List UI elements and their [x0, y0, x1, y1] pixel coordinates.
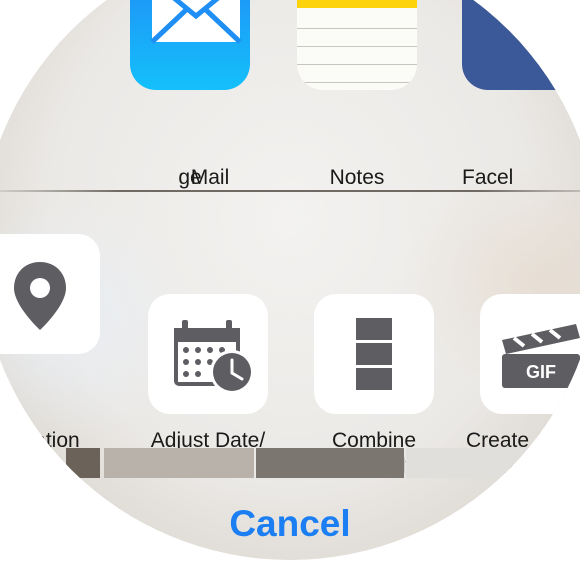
notes-icon-header	[297, 0, 417, 8]
share-label-notes: Notes	[329, 166, 385, 189]
mail-app-button[interactable]	[130, 0, 250, 90]
adjust-date-time-button[interactable]	[148, 294, 268, 414]
location-action-button[interactable]	[0, 234, 100, 354]
share-label-mail: Mail	[190, 166, 230, 189]
photo-thumb	[66, 448, 100, 478]
create-animated-gif-button[interactable]: GIF	[480, 294, 580, 414]
facebook-app-button[interactable]	[462, 0, 580, 90]
cancel-button[interactable]: Cancel	[0, 503, 580, 545]
photo-strip	[40, 448, 560, 478]
mail-icon	[150, 0, 242, 44]
calendar-clock-icon	[174, 320, 254, 394]
location-pin-icon	[14, 262, 66, 330]
svg-text:GIF: GIF	[526, 362, 556, 382]
row-divider	[0, 190, 580, 192]
notes-app-button[interactable]	[297, 0, 417, 90]
combine-vertically-button[interactable]	[314, 294, 434, 414]
photo-thumb	[406, 448, 556, 478]
share-label-facebook: Facel	[462, 166, 514, 189]
photo-thumb	[256, 448, 404, 478]
gif-clapperboard-icon: GIF	[502, 324, 580, 388]
share-sheet-lens: ge Mail Notes Facel Location Adjust Date…	[0, 0, 580, 560]
stack-vertical-icon	[356, 318, 392, 390]
photo-thumb	[104, 448, 254, 478]
